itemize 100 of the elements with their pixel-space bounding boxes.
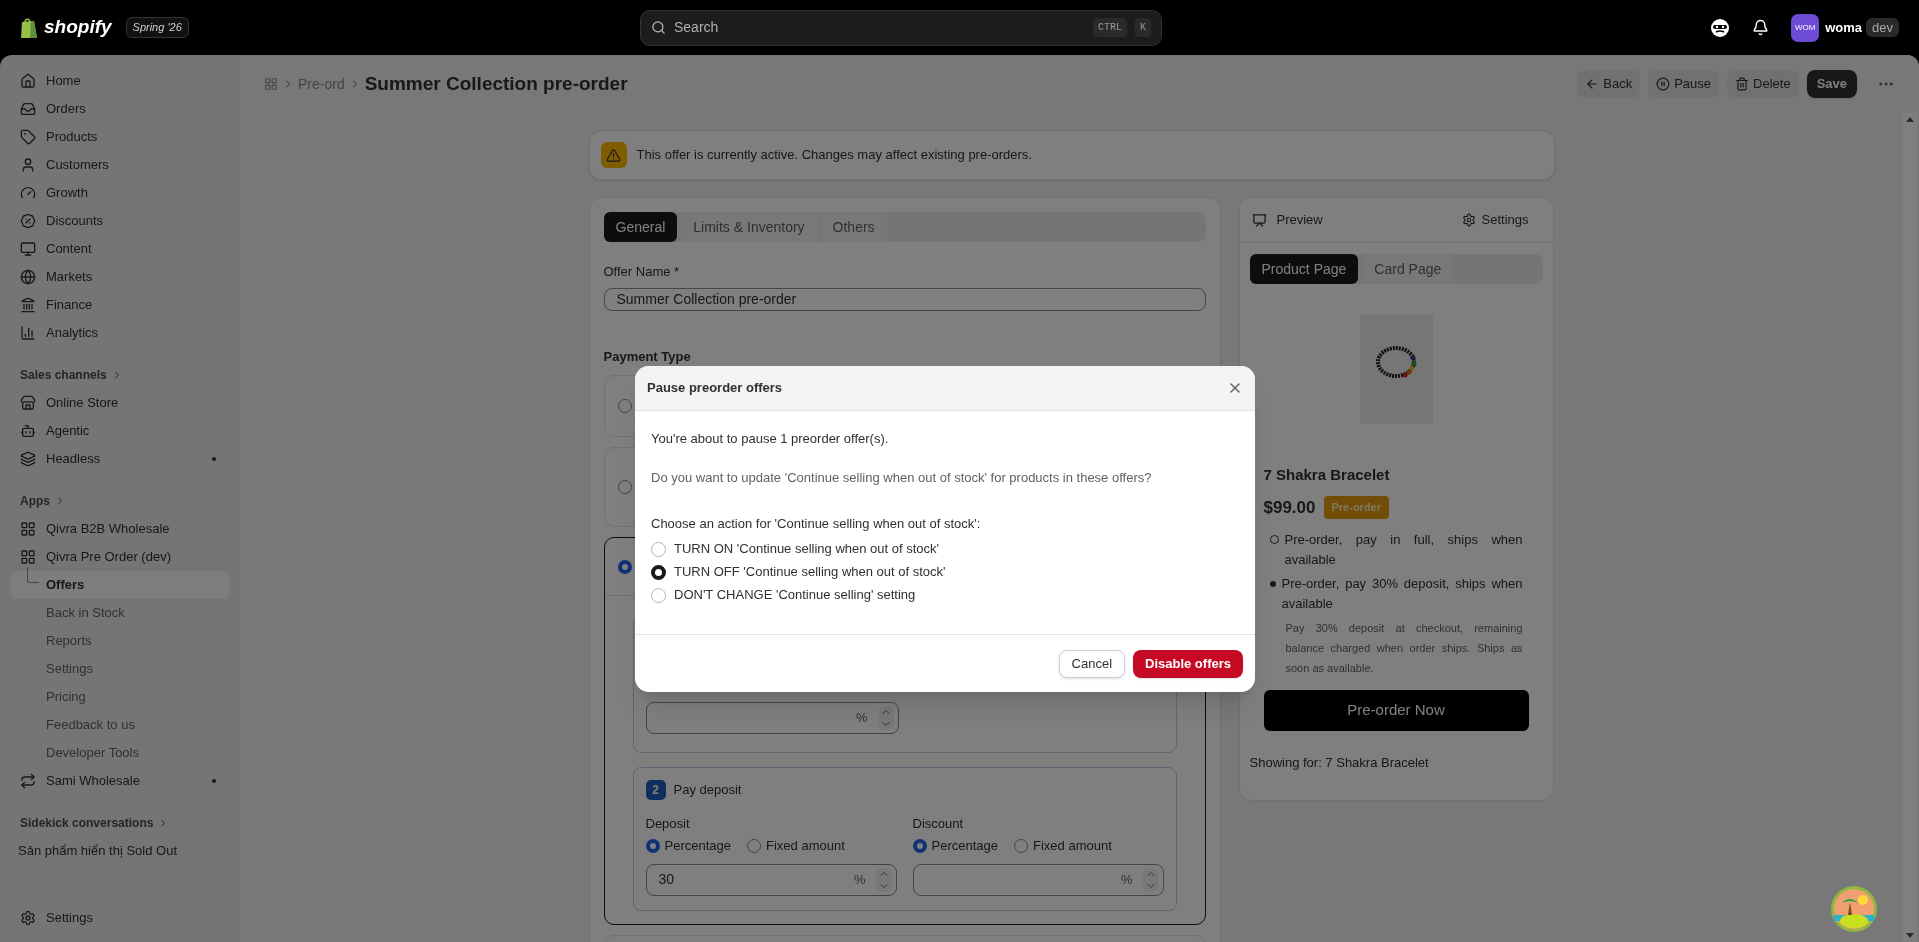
sidebar-subitem[interactable]: Feedback to us: [10, 711, 230, 739]
search-field[interactable]: Search CTRL K: [640, 9, 1162, 46]
delete-button[interactable]: Delete: [1727, 70, 1799, 98]
section-heading[interactable]: Sales channels: [20, 366, 107, 384]
card-title: Preview: [1276, 211, 1323, 230]
sidebar-item[interactable]: Products: [46, 127, 220, 147]
pause-button[interactable]: Pause: [1648, 70, 1720, 98]
shortcut-key: CTRL: [1092, 18, 1127, 37]
tag-icon: [20, 129, 36, 145]
back-button[interactable]: Back: [1577, 70, 1641, 98]
number-field[interactable]: 30 %: [645, 863, 897, 896]
monitor-icon: [20, 241, 36, 257]
layers-icon: [20, 451, 36, 467]
tab[interactable]: Product Page: [1249, 254, 1359, 284]
sidebar-subitem[interactable]: Settings: [10, 655, 230, 683]
sidebar-item[interactable]: Markets: [46, 267, 220, 287]
sidebar-item[interactable]: Agentic: [46, 421, 220, 441]
app-grid-icon: [20, 521, 36, 537]
cancel-button[interactable]: Cancel: [1058, 649, 1125, 678]
sidebar-item[interactable]: Settings: [46, 908, 220, 928]
field-label: Discount: [912, 815, 965, 833]
dialog-question: Do you want to update 'Continue selling when out of stock' for products in these offers?: [651, 468, 1153, 487]
logo-wordmark[interactable]: shopify: [44, 13, 112, 42]
radio-label[interactable]: TURN ON 'Continue selling when out of stock': [674, 539, 940, 559]
section-heading[interactable]: Sidekick conversations: [20, 814, 154, 832]
user-name[interactable]: woma: [1825, 17, 1863, 38]
scroll-bar[interactable]: [1903, 113, 1917, 942]
conversation-item[interactable]: Sản phẩm hiển thị Sold Out: [18, 841, 177, 861]
number-field[interactable]: %: [912, 863, 1164, 896]
radio-button[interactable]: [1014, 838, 1028, 853]
sidebar-item[interactable]: Analytics: [46, 323, 220, 343]
banner-text: This offer is currently active. Changes may affect existing pre-orders.: [636, 146, 1032, 165]
sidebar-subitem[interactable]: Developer Tools: [10, 739, 230, 767]
radio-button[interactable]: [617, 480, 632, 494]
option-text[interactable]: Pre-order, pay 30% deposit, ships when available: [1281, 574, 1523, 614]
preorder-button[interactable]: Pre-order Now: [1263, 690, 1529, 731]
stepper-control[interactable]: [875, 867, 892, 892]
radio-label: Percentage: [931, 836, 998, 855]
sidebar-item[interactable]: Online Store: [46, 393, 220, 413]
option-text[interactable]: Pre-order, pay in full, ships when available: [1284, 530, 1523, 570]
dialog-message: You're about to pause 1 preorder offer(s).: [651, 430, 890, 448]
radio-button[interactable]: [651, 564, 666, 580]
sidebar-item[interactable]: Growth: [46, 183, 220, 203]
offer-name-field[interactable]: Summer Collection pre-order: [603, 287, 1206, 311]
user-tag: dev: [1866, 17, 1899, 38]
sync-icon: [20, 773, 36, 789]
field-label: Deposit: [645, 815, 691, 833]
sidebar-subitem[interactable]: Pricing: [10, 683, 230, 711]
radio-button[interactable]: [747, 838, 761, 853]
sidebar-item[interactable]: Orders: [46, 99, 220, 119]
sidebar-item[interactable]: Qivra Pre Order (dev): [46, 547, 220, 567]
section-heading: Payment Type: [603, 347, 692, 366]
unit-label: %: [853, 870, 866, 889]
pause-circle-icon: [1656, 77, 1671, 91]
app-grid-icon[interactable]: [264, 77, 278, 91]
bank-icon: [20, 297, 36, 313]
sidebar-item[interactable]: Discounts: [46, 211, 220, 231]
stepper-control[interactable]: [1142, 867, 1159, 892]
radio-label: Fixed amount: [1033, 836, 1112, 855]
product-title: 7 Shakra Bracelet: [1263, 465, 1391, 485]
sidebar-item[interactable]: Qivra B2B Wholesale: [46, 519, 220, 539]
percent-badge-icon: [20, 213, 36, 229]
settings-link[interactable]: Settings: [1481, 210, 1529, 230]
shopping-bag-logo-icon[interactable]: [20, 16, 38, 39]
user-avatar[interactable]: WOM: [1791, 13, 1820, 42]
search-input[interactable]: Search: [674, 17, 1085, 38]
radio-button[interactable]: [912, 838, 927, 853]
tab[interactable]: General: [603, 212, 678, 242]
mask-icon[interactable]: [1710, 17, 1731, 38]
unit-label: %: [855, 709, 868, 728]
radio-label[interactable]: TURN OFF 'Continue selling when out of stock': [674, 562, 946, 582]
sidebar-item[interactable]: Home: [46, 71, 220, 91]
radio-label[interactable]: DON'T CHANGE 'Continue selling' setting: [674, 585, 916, 605]
island-logo-icon[interactable]: [1830, 885, 1878, 933]
bell-icon[interactable]: [1752, 19, 1770, 36]
sidebar-item[interactable]: Sami Wholesale: [46, 771, 202, 791]
section-title: Pay deposit: [673, 781, 742, 800]
radio-button[interactable]: [617, 399, 632, 413]
save-button[interactable]: Save: [1806, 70, 1857, 98]
stepper-control[interactable]: [877, 706, 894, 730]
bar-chart-icon: [20, 325, 36, 341]
disable-offers-button[interactable]: Disable offers: [1133, 649, 1243, 678]
settings-icon[interactable]: [1461, 213, 1476, 227]
radio-button[interactable]: [645, 838, 660, 853]
sidebar-item[interactable]: Customers: [46, 155, 220, 175]
section-heading[interactable]: Apps: [20, 492, 50, 510]
sidebar-subitem[interactable]: Reports: [10, 627, 230, 655]
sidebar-item[interactable]: Finance: [46, 295, 220, 315]
arrow-left-icon: [1585, 77, 1600, 91]
number-field[interactable]: %: [645, 702, 899, 734]
sidebar-item[interactable]: Content: [46, 239, 220, 259]
option-bullet[interactable]: [1269, 581, 1276, 587]
sidebar-item[interactable]: Headless: [46, 449, 202, 469]
gauge-icon: [20, 185, 36, 201]
radio-button[interactable]: [617, 559, 632, 574]
inbox-icon: [20, 101, 36, 117]
trash-icon: [1735, 77, 1750, 91]
preorder-badge: Pre-order: [1323, 496, 1390, 519]
unit-label: %: [1120, 870, 1133, 889]
sidebar-subitem[interactable]: Back in Stock: [10, 599, 230, 627]
